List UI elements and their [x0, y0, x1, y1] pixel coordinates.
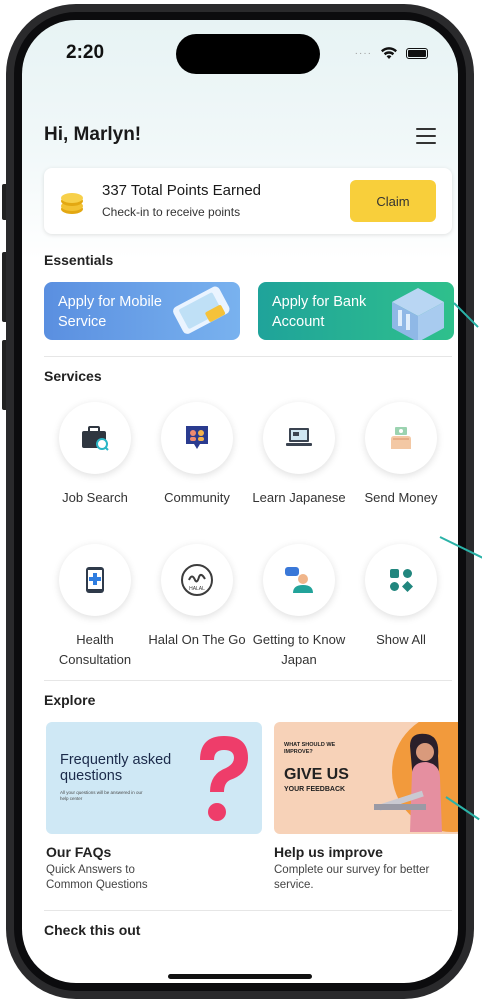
- check-this-out-heading: Check this out: [44, 922, 141, 938]
- briefcase-icon: [82, 426, 109, 451]
- faq-title: Our FAQs: [46, 844, 112, 860]
- wifi-icon: [381, 47, 397, 59]
- help-improve-subtitle: Complete our survey for better service.: [274, 864, 430, 891]
- services-heading: Services: [44, 368, 102, 384]
- feedback-banner-small-text: WHAT SHOULD WE IMPROVE?: [284, 742, 336, 755]
- help-us-improve-card[interactable]: WHAT SHOULD WE IMPROVE? GIVE US YOUR FEE…: [274, 722, 458, 893]
- faq-banner-text: Frequently asked questions: [60, 752, 172, 784]
- community-chat-icon: [186, 426, 208, 449]
- home-indicator[interactable]: [168, 974, 312, 979]
- service-show-all[interactable]: Show All: [350, 544, 452, 650]
- faq-card[interactable]: Frequently asked questions All your ques…: [46, 722, 262, 893]
- greeting: Hi, Marlyn!: [44, 124, 142, 145]
- divider: [44, 356, 452, 357]
- feedback-banner-subtitle: YOUR FEEDBACK: [284, 786, 346, 793]
- points-subtitle: Check-in to receive points: [102, 205, 241, 219]
- laptop-icon: [286, 428, 312, 446]
- faq-banner-small-text: All your questions will be answered in o…: [60, 790, 143, 801]
- feedback-banner-title: GIVE US: [284, 766, 349, 783]
- service-label: Send Money: [364, 490, 438, 505]
- service-label: Health Consultation: [58, 632, 132, 667]
- question-mark-icon: [200, 736, 248, 821]
- faq-subtitle: Quick Answers to Common Questions: [46, 864, 148, 891]
- halal-icon: HALAL: [181, 564, 213, 596]
- feedback-banner: WHAT SHOULD WE IMPROVE? GIVE US YOUR FEE…: [274, 722, 458, 834]
- help-improve-title: Help us improve: [274, 844, 383, 860]
- grid-icon: [390, 569, 413, 592]
- service-community[interactable]: Community: [146, 402, 248, 508]
- woman-laptop-illustration-icon: [374, 733, 442, 832]
- faq-banner: Frequently asked questions All your ques…: [46, 722, 262, 834]
- money-hand-icon: [391, 427, 411, 449]
- svg-text:HALAL: HALAL: [189, 586, 205, 592]
- service-learn-japanese[interactable]: Learn Japanese: [248, 402, 350, 508]
- signal-icon: ····: [354, 47, 372, 59]
- service-job-search[interactable]: Job Search: [44, 402, 146, 508]
- divider: [44, 910, 452, 911]
- points-total: 337 Total Points Earned: [102, 182, 262, 199]
- service-label: Job Search: [62, 490, 128, 505]
- bank-account-card[interactable]: Apply for Bank Account: [258, 282, 454, 340]
- divider: [44, 680, 452, 681]
- points-card: 337 Total Points Earned Check-in to rece…: [44, 168, 452, 234]
- service-send-money[interactable]: Send Money: [350, 402, 452, 508]
- service-getting-to-know-japan[interactable]: Getting to Know Japan: [248, 544, 350, 670]
- dynamic-island: [176, 34, 320, 74]
- status-time: 2:20: [66, 42, 105, 63]
- service-label: Learn Japanese: [252, 490, 346, 505]
- mobile-service-card[interactable]: Apply for Mobile Service: [44, 282, 240, 340]
- service-halal-on-the-go[interactable]: HALAL Halal On The Go: [146, 544, 248, 650]
- claim-button[interactable]: Claim: [350, 180, 436, 222]
- service-label: Community: [164, 490, 230, 505]
- app-screen: 2:20 ···· Hi, Marlyn! 337 Total Points E…: [22, 20, 458, 983]
- person-chat-icon: [285, 567, 313, 593]
- service-label: Getting to Know Japan: [252, 632, 346, 667]
- phone-medical-icon: [86, 567, 104, 593]
- service-health-consultation[interactable]: Health Consultation: [44, 544, 146, 670]
- battery-icon: [406, 47, 428, 59]
- service-label: Halal On The Go: [148, 632, 246, 647]
- phone-card-illustration-icon: [173, 286, 230, 334]
- explore-heading: Explore: [44, 692, 96, 708]
- hamburger-menu-icon[interactable]: [416, 128, 436, 144]
- essentials-heading: Essentials: [44, 252, 114, 268]
- status-icons: ····: [355, 46, 428, 60]
- service-label: Show All: [376, 632, 426, 647]
- bank-building-icon: [392, 288, 444, 340]
- coin-stack-icon: [61, 193, 83, 214]
